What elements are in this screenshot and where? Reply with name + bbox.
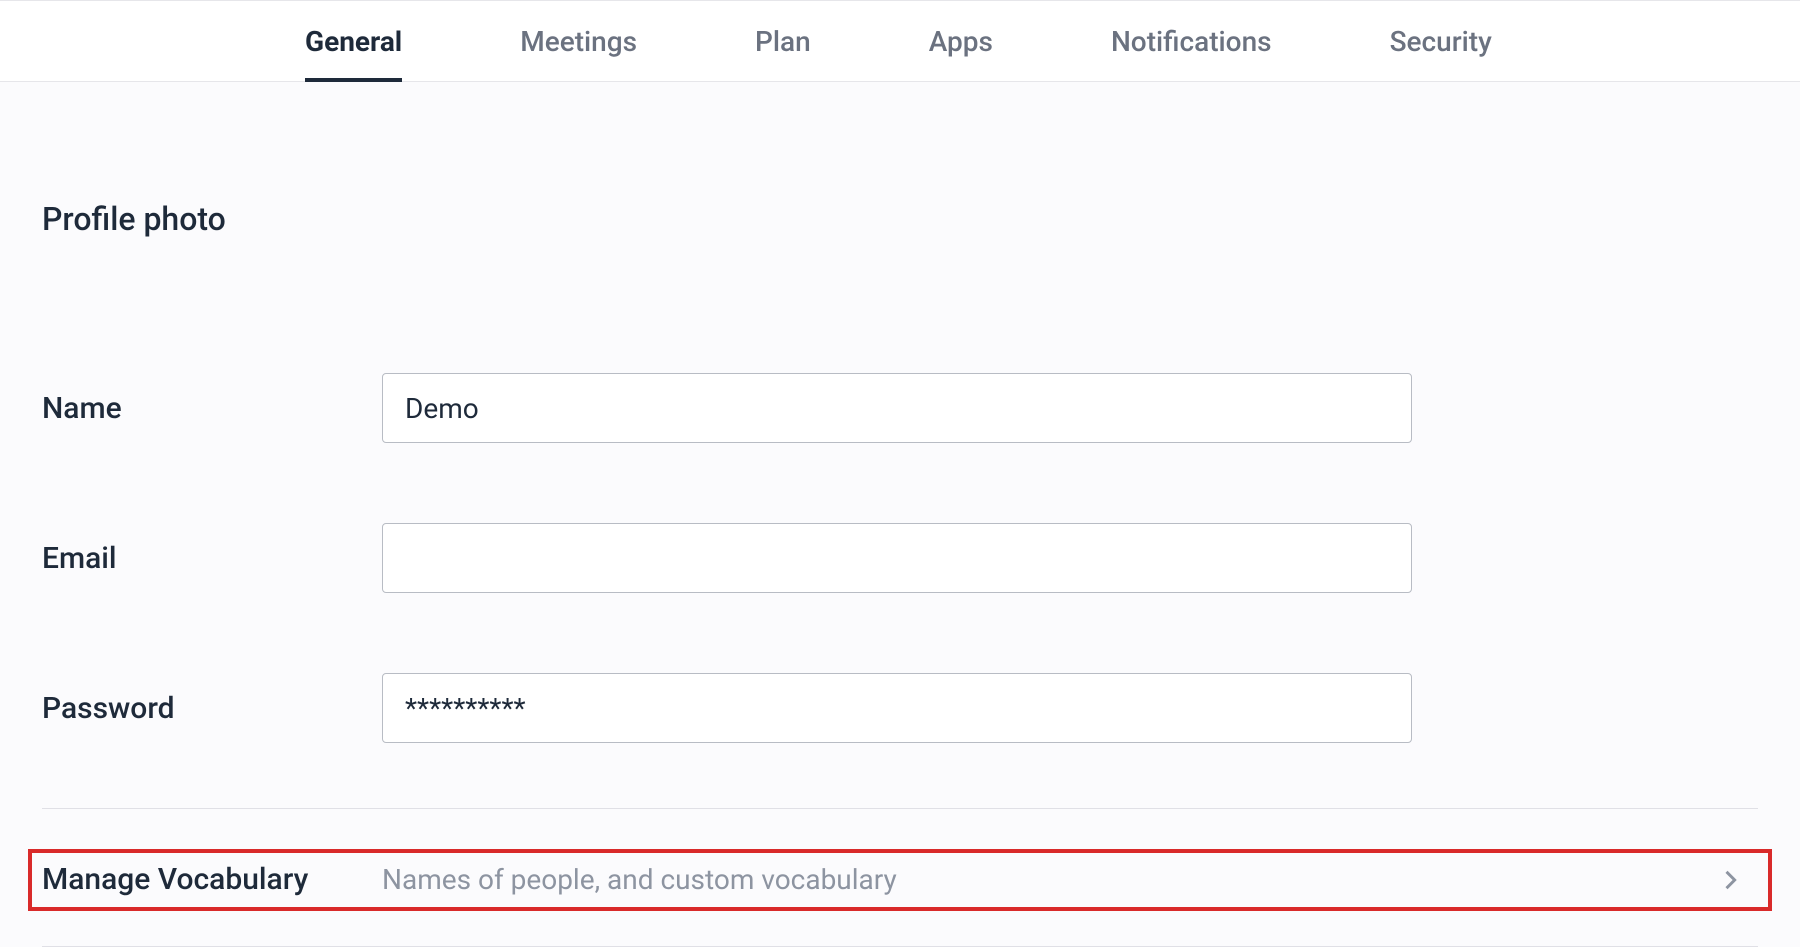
tabs-bar: General Meetings Plan Apps Notifications… bbox=[0, 0, 1800, 82]
tab-apps[interactable]: Apps bbox=[929, 0, 993, 82]
password-input[interactable] bbox=[382, 673, 1412, 743]
manage-vocabulary-title: Manage Vocabulary bbox=[42, 861, 382, 899]
content-area: Profile photo Name Email Password Manage… bbox=[0, 200, 1800, 911]
name-row: Name bbox=[42, 373, 1758, 443]
password-row: Password bbox=[42, 673, 1758, 743]
password-label: Password bbox=[42, 691, 382, 726]
tab-general[interactable]: General bbox=[305, 0, 402, 82]
name-input[interactable] bbox=[382, 373, 1412, 443]
email-label: Email bbox=[42, 541, 382, 576]
divider bbox=[42, 808, 1758, 809]
tab-security[interactable]: Security bbox=[1390, 0, 1492, 82]
divider bbox=[42, 946, 1758, 947]
tab-notifications[interactable]: Notifications bbox=[1111, 0, 1272, 82]
chevron-right-icon bbox=[1716, 866, 1744, 894]
tab-plan[interactable]: Plan bbox=[755, 0, 811, 82]
profile-photo-label: Profile photo bbox=[42, 200, 1758, 238]
email-input[interactable] bbox=[382, 523, 1412, 593]
email-row: Email bbox=[42, 523, 1758, 593]
manage-vocabulary-row[interactable]: Manage Vocabulary Names of people, and c… bbox=[28, 849, 1772, 911]
tab-meetings[interactable]: Meetings bbox=[520, 0, 637, 82]
manage-vocabulary-description: Names of people, and custom vocabulary bbox=[382, 863, 1716, 896]
name-label: Name bbox=[42, 391, 382, 426]
